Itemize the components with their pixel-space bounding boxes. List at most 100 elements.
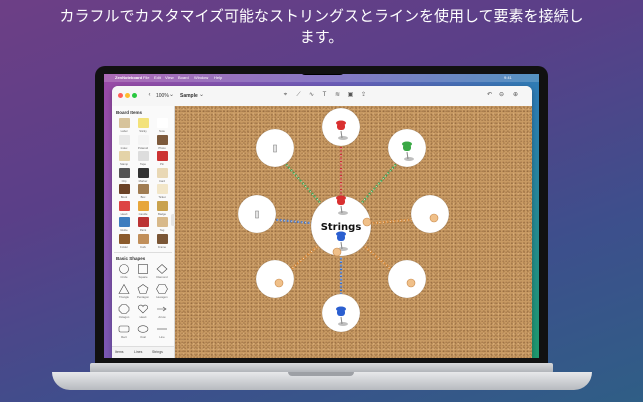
line-tool-icon[interactable]: ⟋ [295, 92, 302, 99]
shape-hexagon[interactable]: Hexagon [153, 284, 171, 300]
document-title[interactable]: Sample [180, 93, 198, 99]
red-pin-0-cap[interactable] [336, 120, 346, 126]
board-item-note[interactable]: Note [153, 118, 171, 134]
minimize-button[interactable] [125, 93, 130, 98]
macos-menu-bar: ZenNoteboard File Edit View Board Window… [104, 74, 539, 82]
board-item-label: Polaroid [137, 145, 149, 150]
shape-triangle[interactable]: Triangle [115, 284, 133, 300]
corkboard-canvas[interactable]: Strings [175, 106, 532, 358]
board-item-label: Note [159, 129, 165, 133]
image-icon[interactable]: ▣ [347, 92, 354, 99]
shape-oval[interactable]: Oval [134, 324, 152, 340]
undo-icon[interactable]: ↶ [486, 92, 493, 99]
shape-pentagon[interactable]: Pentagon [134, 284, 152, 300]
triangle-shape-icon [118, 284, 130, 294]
green-pin-1-shadow[interactable] [404, 157, 414, 161]
board-item-thumbnail [119, 200, 130, 211]
tack-5-thumbtack[interactable] [274, 278, 284, 288]
shape-diamond[interactable]: Diamond [153, 264, 171, 280]
board-item-label: Cork [140, 244, 146, 249]
chevron-down-icon[interactable]: ⌄ [168, 92, 175, 99]
zoom-in-icon[interactable]: ⊕ [512, 92, 519, 99]
shape-arrow[interactable]: Arrow [153, 304, 171, 320]
board-item-sticky[interactable]: Sticky [134, 118, 152, 134]
board-item-paint[interactable]: Paint [134, 217, 152, 233]
note-circle-2[interactable] [410, 194, 450, 234]
push-7-pushpin[interactable] [273, 144, 277, 153]
shape-label: Circle [120, 275, 128, 279]
text-tool-icon[interactable]: T [321, 92, 328, 99]
tack-2-thumbtack[interactable] [429, 213, 439, 223]
board-item-tape[interactable]: Tape [134, 151, 152, 167]
push-6-pushpin[interactable] [255, 210, 259, 219]
board-item-clip[interactable]: Clip [115, 167, 133, 184]
center-tack-2-thumbtack[interactable] [332, 247, 342, 257]
board-item-polaroid[interactable]: Polaroid [134, 134, 152, 151]
board-item-tag[interactable]: Tag [153, 217, 171, 233]
board-item-cork[interactable]: Cork [134, 233, 152, 250]
menu-window[interactable]: Window [194, 74, 208, 82]
shape-label: Heart [139, 315, 147, 319]
zoom-level[interactable]: 100% [156, 93, 169, 99]
layers-icon[interactable]: ≋ [334, 92, 341, 99]
blue-pin-4-shadow[interactable] [338, 322, 348, 326]
shape-square[interactable]: Square [134, 264, 152, 280]
menu-app-name[interactable]: ZenNoteboard [115, 74, 142, 82]
board-item-book[interactable]: Book [115, 184, 133, 200]
board-item-heart[interactable]: Heart [115, 200, 133, 217]
center-blue-pin-cap[interactable] [336, 231, 346, 237]
menu-edit[interactable]: Edit [154, 74, 161, 82]
shape-heart[interactable]: Heart [134, 304, 152, 320]
board-item-stamp[interactable]: Stamp [115, 151, 133, 167]
menu-board[interactable]: Board [178, 74, 189, 82]
board-item-ticket[interactable]: Ticket [153, 184, 171, 200]
tack-3-thumbtack[interactable] [406, 278, 416, 288]
board-item-folder[interactable]: Folder [115, 233, 133, 250]
green-pin-1-cap[interactable] [402, 141, 412, 147]
share-icon[interactable]: ⇪ [360, 92, 367, 99]
shape-circle[interactable]: Circle [115, 264, 133, 280]
board-item-globe[interactable]: Globe [115, 217, 133, 233]
board-item-label[interactable]: Label [115, 118, 133, 134]
footer-strings[interactable]: Strings [152, 350, 163, 354]
pentagon-shape-icon [137, 284, 149, 294]
center-red-pin-shadow[interactable] [338, 211, 348, 215]
board-item-label: Globe [120, 228, 128, 232]
shape-octagon[interactable]: Octagon [115, 304, 133, 320]
close-button[interactable] [118, 93, 123, 98]
board-item-marker[interactable]: Marker [134, 167, 152, 184]
footer-items[interactable]: Items [115, 350, 124, 354]
board-item-pin[interactable]: Pin [153, 151, 171, 167]
central-note-label: Strings [321, 222, 362, 233]
red-pin-0-shadow[interactable] [338, 136, 348, 140]
board-item-label: Frame [157, 244, 167, 249]
note-circle-5[interactable] [255, 259, 295, 299]
board-item-photo[interactable]: Photo [153, 134, 171, 151]
board-item-thumbnail [138, 200, 149, 211]
menu-view[interactable]: View [165, 74, 174, 82]
board-item-thumbnail [119, 151, 130, 161]
chevron-down-icon[interactable]: ⌄ [198, 92, 205, 99]
footer-lines[interactable]: Lines [134, 350, 142, 354]
menu-help[interactable]: Help [214, 74, 222, 82]
back-icon[interactable]: ‹ [146, 92, 153, 99]
board-item-thumbnail [157, 233, 168, 244]
select-tool-icon[interactable]: ⌖ [282, 92, 289, 99]
board-item-box[interactable]: Box [134, 184, 152, 200]
note-circle-3[interactable] [387, 259, 427, 299]
board-item-candle[interactable]: Candle [134, 200, 152, 217]
board-item-frame[interactable]: Frame [153, 233, 171, 250]
board-item-thumbnail [119, 167, 130, 178]
menu-file[interactable]: File [143, 74, 149, 82]
blue-pin-4-cap[interactable] [336, 306, 346, 312]
center-tack-thumbtack[interactable] [362, 217, 372, 227]
board-item-index[interactable]: Index [115, 134, 133, 151]
zoom-button[interactable] [132, 93, 137, 98]
center-red-pin-cap[interactable] [336, 195, 346, 201]
string-tool-icon[interactable]: ∿ [308, 92, 315, 99]
zoom-out-icon[interactable]: ⊖ [498, 92, 505, 99]
shape-rect[interactable]: Rect [115, 324, 133, 340]
board-item-card[interactable]: Card [153, 167, 171, 184]
board-item-badge[interactable]: Badge [153, 200, 171, 217]
shape-line[interactable]: Line [153, 324, 171, 340]
